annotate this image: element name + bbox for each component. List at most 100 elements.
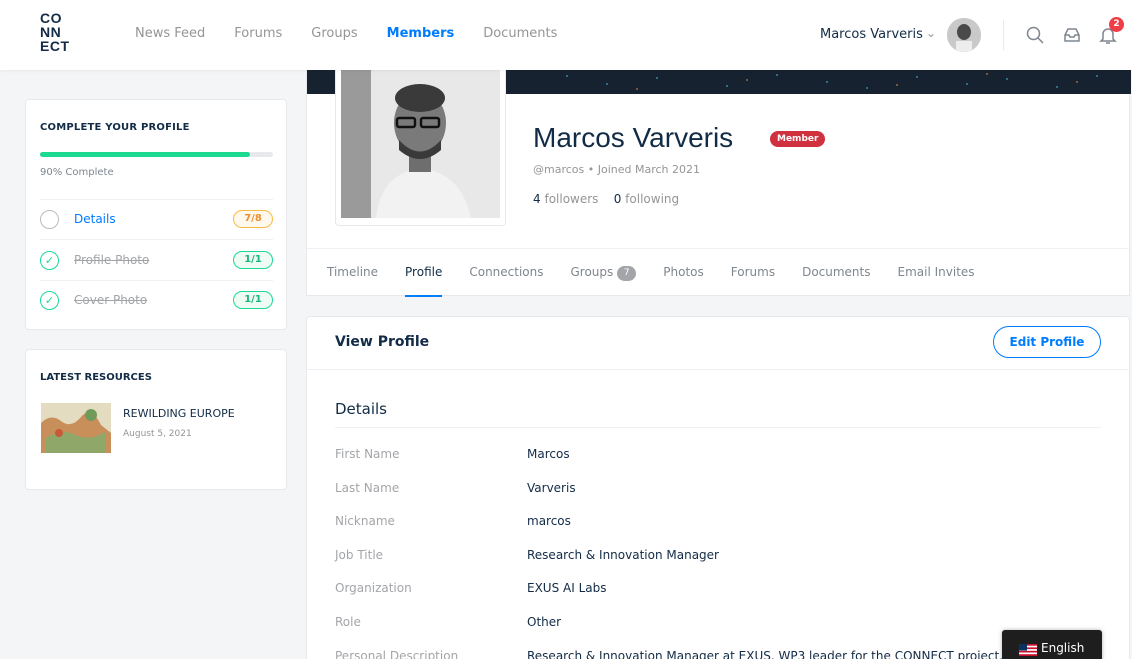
widget-title: COMPLETE YOUR PROFILE [40, 122, 190, 133]
connect-logo[interactable]: CO NN ECT [40, 11, 80, 53]
profile-step-details[interactable]: Details 7/8 [40, 207, 273, 231]
field-value: marcos [527, 514, 571, 528]
profile-progress-bar [40, 152, 273, 157]
tab-label: Groups [570, 265, 614, 279]
divider [40, 199, 273, 200]
step-label[interactable]: Details [74, 212, 116, 226]
profile-handle: @marcos [533, 163, 585, 176]
followers-label: followers [544, 192, 599, 206]
tab-photos[interactable]: Photos [663, 265, 703, 281]
nav-documents[interactable]: Documents [483, 26, 557, 41]
divider [335, 427, 1101, 428]
logo-line: CO [40, 10, 62, 26]
field-value: Varveris [527, 481, 576, 495]
logo-line: ECT [40, 38, 70, 54]
tab-timeline[interactable]: Timeline [327, 265, 378, 281]
tab-groups[interactable]: Groups 7 [571, 265, 637, 281]
profile-meta: @marcos • Joined March 2021 [533, 163, 700, 176]
divider [307, 248, 1131, 249]
resource-name[interactable]: REWILDING EUROPE [123, 407, 235, 420]
language-switcher[interactable]: English [1002, 630, 1102, 659]
nav-groups[interactable]: Groups [311, 26, 357, 41]
profile-header: Marcos Varveris Member @marcos • Joined … [306, 62, 1131, 297]
user-avatar[interactable] [947, 18, 981, 52]
field-value: Research & Innovation Manager [527, 548, 719, 562]
tab-profile[interactable]: Profile [405, 265, 443, 297]
divider [307, 369, 1131, 370]
field-label: First Name [335, 447, 400, 461]
panel-title: View Profile [335, 334, 430, 350]
field-label: Role [335, 615, 361, 629]
header-divider [1003, 20, 1004, 50]
tab-documents[interactable]: Documents [802, 265, 870, 281]
step-count-badge: 1/1 [233, 251, 273, 269]
profile-tabs: Timeline Profile Connections Groups 7 Pho… [327, 265, 975, 297]
check-circle-icon: ✓ [40, 291, 59, 310]
divider [40, 280, 273, 281]
profile-step-profile-photo[interactable]: ✓ Profile Photo 1/1 [40, 248, 273, 272]
tab-forums[interactable]: Forums [731, 265, 775, 281]
nav-news-feed[interactable]: News Feed [135, 26, 205, 41]
profile-name: Marcos Varveris [533, 122, 734, 153]
notification-count-badge: 2 [1109, 17, 1124, 32]
details-section-title: Details [335, 400, 388, 418]
field-value: Marcos [527, 447, 570, 461]
profile-field-row: Personal Description Research & Innovati… [335, 649, 1101, 659]
profile-field-row: First Name Marcos [335, 447, 1101, 467]
following-label: following [625, 192, 680, 206]
field-label: Last Name [335, 481, 400, 495]
resource-thumbnail[interactable] [41, 403, 111, 453]
step-label[interactable]: Cover Photo [74, 293, 147, 307]
inbox-icon[interactable] [1062, 25, 1082, 45]
edit-profile-button[interactable]: Edit Profile [993, 326, 1101, 358]
divider [40, 239, 273, 240]
main-nav: News Feed Forums Groups Members Document… [135, 26, 557, 41]
profile-progress-fill [40, 152, 250, 157]
tab-email-invites[interactable]: Email Invites [898, 265, 975, 281]
profile-field-row: Role Other [335, 615, 1101, 635]
circle-icon [40, 210, 59, 229]
profile-joined: Joined March 2021 [597, 163, 701, 176]
profile-photo[interactable] [335, 62, 506, 226]
profile-field-row: Job Title Research & Innovation Manager [335, 548, 1101, 568]
nav-forums[interactable]: Forums [234, 26, 282, 41]
field-label: Personal Description [335, 649, 459, 659]
language-label: English [1041, 641, 1085, 655]
latest-resources-widget: LATEST RESOURCES REWILDING EUROPE August… [25, 349, 287, 490]
logo-line: NN [40, 24, 62, 40]
check-circle-icon: ✓ [40, 251, 59, 270]
following-count: 0 [613, 192, 622, 206]
followers-count: 4 [533, 192, 541, 206]
profile-field-row: Nickname marcos [335, 514, 1101, 534]
field-value: Other [527, 615, 562, 629]
user-menu-name[interactable]: Marcos Varveris [820, 27, 923, 42]
followers-link[interactable]: 4 followers [533, 192, 598, 206]
widget-title: LATEST RESOURCES [40, 372, 152, 383]
meta-separator: • [587, 163, 598, 176]
follow-stats: 4 followers 0 following [533, 192, 679, 206]
chevron-down-icon[interactable]: ⌄ [926, 26, 936, 40]
progress-text: 90% Complete [40, 167, 114, 178]
step-label[interactable]: Profile Photo [74, 253, 149, 267]
following-link[interactable]: 0 following [614, 192, 679, 206]
member-type-badge: Member [770, 131, 826, 147]
step-count-badge: 1/1 [233, 291, 273, 309]
field-label: Job Title [335, 548, 384, 562]
view-profile-panel: View Profile Edit Profile Details First … [306, 316, 1131, 659]
tab-connections[interactable]: Connections [469, 265, 543, 281]
resource-date: August 5, 2021 [123, 429, 192, 439]
field-label: Nickname [335, 514, 395, 528]
nav-members[interactable]: Members [387, 26, 455, 41]
step-count-badge: 7/8 [233, 210, 273, 228]
field-value: Research & Innovation Manager at EXUS. W… [527, 649, 1004, 659]
profile-field-row: Organization EXUS AI Labs [335, 581, 1101, 601]
profile-field-row: Last Name Varveris [335, 481, 1101, 501]
complete-profile-widget: COMPLETE YOUR PROFILE 90% Complete Detai… [25, 99, 287, 330]
groups-count-badge: 7 [617, 266, 637, 281]
profile-step-cover-photo[interactable]: ✓ Cover Photo 1/1 [40, 288, 273, 312]
search-icon[interactable] [1025, 25, 1045, 45]
top-header: CO NN ECT News Feed Forums Groups Member… [0, 0, 1132, 70]
field-value: EXUS AI Labs [527, 581, 607, 595]
us-flag-icon [1019, 644, 1037, 656]
field-label: Organization [335, 581, 412, 595]
